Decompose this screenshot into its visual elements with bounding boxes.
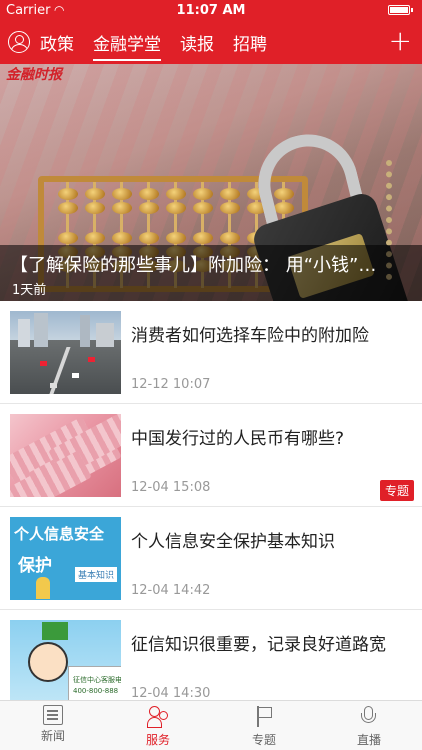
hero-time: 1天前 — [12, 283, 47, 298]
abacus-bead — [220, 232, 240, 244]
news-list: 消费者如何选择车险中的附加险 12-12 10:07 中国发行过的人民币有哪些?… — [0, 301, 422, 713]
top-nav-bar: 政策 金融学堂 读报 招聘 + — [0, 22, 422, 64]
abacus-bead — [85, 188, 105, 200]
news-headline: 个人信息安全保护基本知识 — [131, 532, 335, 552]
thumbnail-text: 400-800-888 — [73, 687, 119, 695]
abacus-bead — [58, 202, 78, 214]
abacus-bead — [58, 232, 78, 244]
abacus-bead — [85, 202, 105, 214]
tab-label: 直播 — [356, 733, 381, 747]
thumbnail-text: 个人信息安全 — [14, 525, 105, 543]
abacus-bead — [112, 188, 132, 200]
tab-finance-school[interactable]: 金融学堂 — [93, 30, 161, 61]
tab-news[interactable]: 新闻 — [23, 705, 83, 744]
news-date: 12-04 14:30 — [131, 686, 211, 701]
tab-label: 新闻 — [40, 729, 65, 743]
abacus-bead — [220, 202, 240, 214]
news-headline: 消费者如何选择车险中的附加险 — [131, 326, 369, 346]
bottom-tab-bar: 新闻 服务 专题 直播 — [0, 700, 422, 750]
abacus-bead — [85, 232, 105, 244]
credit-thumbnail: 征信中心客服电 400-800-888 — [10, 620, 121, 703]
abacus-bead — [193, 202, 213, 214]
newspaper-logo: 金融时报 — [6, 67, 62, 83]
status-time: 11:07 AM — [176, 3, 246, 18]
abacus-bead — [166, 232, 186, 244]
abacus-bead — [112, 232, 132, 244]
tab-service[interactable]: 服务 — [128, 705, 188, 748]
abacus-bead — [166, 188, 186, 200]
list-item[interactable]: 中国发行过的人民币有哪些? 12-04 15:08 专题 — [0, 404, 422, 507]
tab-read-paper[interactable]: 读报 — [180, 30, 214, 61]
abacus-bead — [112, 202, 132, 214]
status-bar: Carrier ◠ 11:07 AM — [0, 0, 422, 22]
abacus-bead — [193, 188, 213, 200]
abacus-bead — [139, 232, 159, 244]
abacus-bead — [193, 232, 213, 244]
hero-banner[interactable]: 金融时报 【了解保险的那些事儿】附加险： 用“小钱”… 1天前 — [0, 64, 422, 301]
abacus-bead — [139, 202, 159, 214]
abacus-bead — [139, 188, 159, 200]
tab-recruitment[interactable]: 招聘 — [233, 30, 267, 61]
traffic-thumbnail — [10, 311, 121, 394]
tab-live[interactable]: 直播 — [339, 705, 399, 748]
topic-badge: 专题 — [379, 480, 414, 501]
tab-topics[interactable]: 专题 — [234, 705, 294, 748]
abacus-bead — [166, 202, 186, 214]
thumbnail-text: 征信中心客服电 — [73, 676, 121, 684]
list-item[interactable]: 征信中心客服电 400-800-888 征信知识很重要，记录良好道路宽 12-0… — [0, 610, 422, 713]
list-item[interactable]: 消费者如何选择车险中的附加险 12-12 10:07 — [0, 301, 422, 404]
plus-icon[interactable]: + — [389, 24, 412, 58]
thumbnail-text: 保护 — [18, 556, 52, 576]
flag-icon — [252, 705, 276, 729]
tab-policy[interactable]: 政策 — [40, 30, 74, 61]
battery-icon — [388, 5, 413, 15]
thumbnail-tag: 基本知识 — [74, 567, 117, 582]
news-date: 12-12 10:07 — [131, 377, 211, 392]
abacus-bead — [220, 188, 240, 200]
people-icon — [146, 705, 170, 729]
security-thumbnail: 个人信息安全 保护 基本知识 — [10, 517, 121, 600]
news-headline: 征信知识很重要，记录良好道路宽 — [131, 635, 386, 655]
banknotes-thumbnail — [10, 414, 121, 497]
list-item[interactable]: 个人信息安全 保护 基本知识 个人信息安全保护基本知识 12-04 14:42 — [0, 507, 422, 610]
news-date: 12-04 15:08 — [131, 480, 211, 495]
hero-title[interactable]: 【了解保险的那些事儿】附加险： 用“小钱”… — [10, 251, 412, 277]
category-tabs: 政策 金融学堂 读报 招聘 — [40, 30, 286, 61]
news-headline: 中国发行过的人民币有哪些? — [131, 429, 345, 449]
tab-label: 专题 — [251, 733, 276, 747]
newspaper-icon — [43, 705, 63, 725]
microphone-icon — [357, 705, 381, 729]
abacus-bead — [58, 188, 78, 200]
hero-caption: 【了解保险的那些事儿】附加险： 用“小钱”… 1天前 — [0, 245, 422, 301]
tab-label: 服务 — [145, 733, 170, 747]
news-date: 12-04 14:42 — [131, 583, 211, 598]
user-icon[interactable] — [8, 31, 30, 53]
